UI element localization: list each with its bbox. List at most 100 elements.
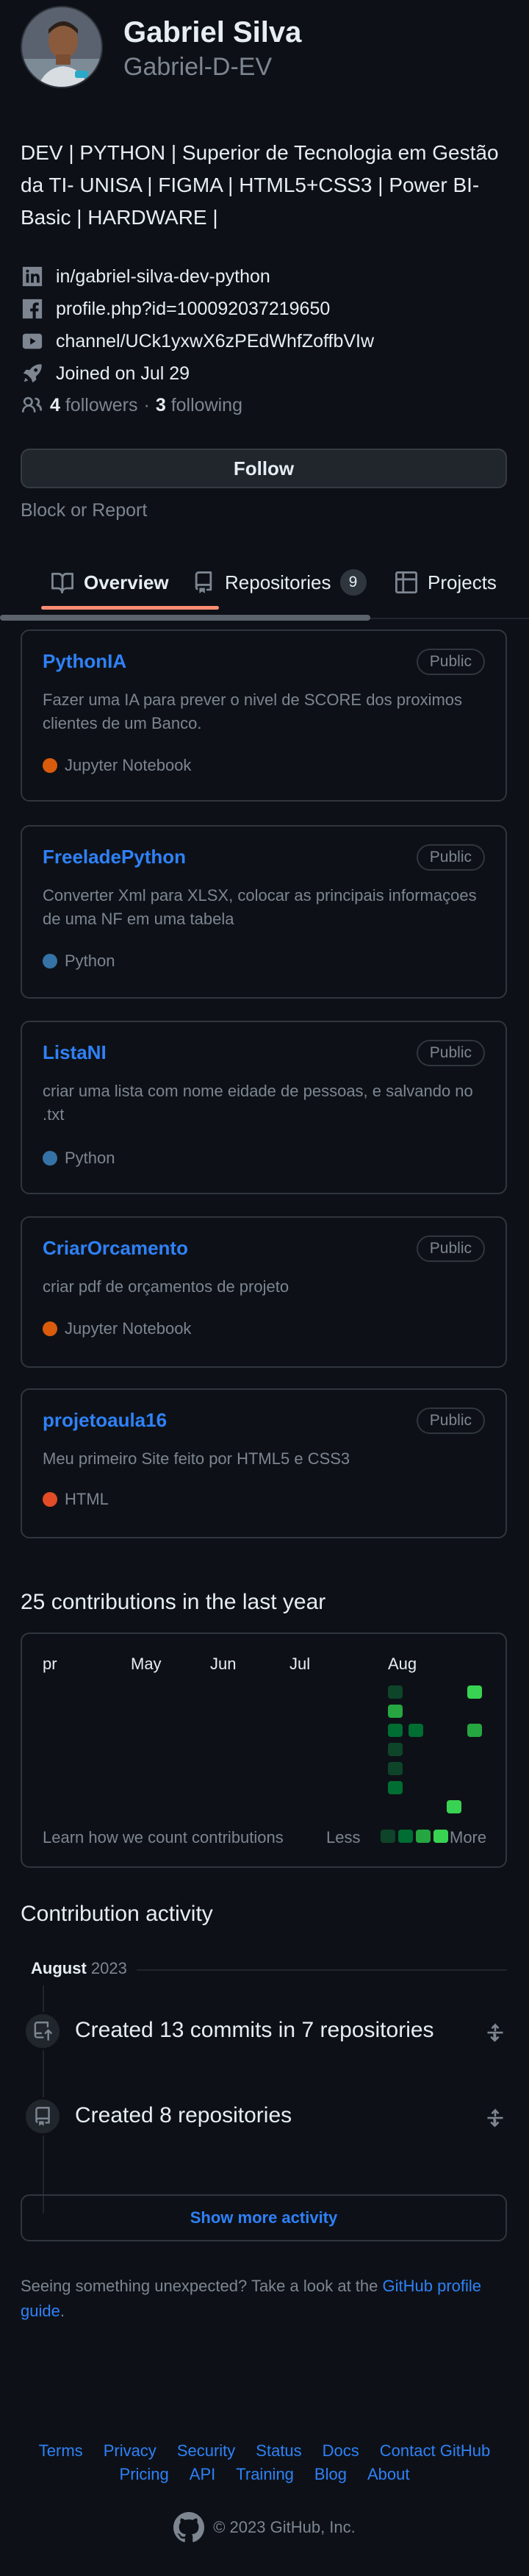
- block-report-link[interactable]: Block or Report: [21, 500, 147, 521]
- profile-name: Gabriel Silva: [123, 16, 302, 49]
- contribution-cell[interactable]: [467, 1685, 482, 1699]
- rocket-icon: [21, 362, 44, 385]
- repo-language: Jupyter Notebook: [43, 1319, 191, 1338]
- tabs-scrollbar[interactable]: [0, 615, 370, 621]
- month-label: Jun: [210, 1655, 237, 1673]
- footer-link-contact[interactable]: Contact GitHub: [380, 2441, 490, 2461]
- contribution-cell[interactable]: [467, 1724, 482, 1737]
- month-divider: [137, 1969, 507, 1971]
- repo-name-link[interactable]: PythonIA: [43, 650, 126, 673]
- contribution-cell[interactable]: [409, 1724, 423, 1737]
- footer-link-docs[interactable]: Docs: [323, 2441, 359, 2461]
- profile-username: Gabriel-D-EV: [123, 53, 273, 81]
- visibility-badge: Public: [416, 1407, 485, 1434]
- follow-stats: 4 followers · 3 following: [21, 394, 242, 416]
- repo-name-link[interactable]: ListaNI: [43, 1041, 107, 1064]
- language-color-dot: [43, 1321, 57, 1336]
- youtube-row[interactable]: channel/UCk1yxwX6zPEdWhfZoffbVIw: [21, 327, 374, 356]
- visibility-badge: Public: [416, 1040, 485, 1066]
- tab-repositories[interactable]: Repositories 9: [192, 552, 367, 613]
- profile-tabs: Overview Repositories 9 Projects: [0, 552, 529, 613]
- unfold-icon[interactable]: [485, 2108, 505, 2128]
- contribution-cell[interactable]: [388, 1762, 403, 1775]
- contribution-cell[interactable]: [388, 1781, 403, 1794]
- footer-copyright: © 2023 GitHub, Inc.: [0, 2512, 529, 2543]
- repo-description: criar uma lista com nome eidade de pesso…: [43, 1082, 473, 1124]
- footer-link-blog[interactable]: Blog: [314, 2465, 347, 2484]
- repo-card: CriarOrcamento Public criar pdf de orçam…: [21, 1216, 507, 1368]
- visibility-badge: Public: [416, 649, 485, 675]
- contribution-cell[interactable]: [388, 1705, 403, 1718]
- linkedin-row[interactable]: in/gabriel-silva-dev-python: [21, 262, 270, 291]
- footer-link-security[interactable]: Security: [177, 2441, 235, 2461]
- repo-description: criar pdf de orçamentos de projeto: [43, 1277, 289, 1296]
- footer-links-row: Pricing API Training Blog About: [0, 2465, 529, 2484]
- repo-card: ListaNI Public criar uma lista com nome …: [21, 1021, 507, 1194]
- repo-name-link[interactable]: projetoaula16: [43, 1409, 167, 1432]
- table-icon: [395, 571, 417, 593]
- repo-icon: [24, 2097, 62, 2136]
- repo-language: Jupyter Notebook: [43, 756, 191, 775]
- legend-cell: [381, 1830, 395, 1843]
- legend-cell: [398, 1830, 413, 1843]
- repo-language: HTML: [43, 1490, 109, 1509]
- youtube-icon: [21, 329, 44, 353]
- activity-repos-created[interactable]: Created 8 repositories: [75, 2103, 292, 2128]
- legend-cell: [433, 1830, 448, 1843]
- followers-link[interactable]: 4 followers: [50, 395, 138, 416]
- linkedin-link[interactable]: in/gabriel-silva-dev-python: [56, 266, 270, 288]
- active-tab-indicator: [41, 606, 219, 610]
- language-color-dot: [43, 758, 57, 773]
- contribution-cell[interactable]: [388, 1724, 403, 1737]
- footer-link-status[interactable]: Status: [256, 2441, 301, 2461]
- activity-heading: Contribution activity: [21, 1902, 213, 1926]
- tab-projects[interactable]: Projects: [395, 552, 497, 613]
- repo-description: Fazer uma IA para prever o nivel de SCOR…: [43, 691, 463, 732]
- separator: ·: [143, 394, 150, 415]
- contribution-cell[interactable]: [388, 1685, 403, 1699]
- legend-less-label: Less: [326, 1828, 361, 1847]
- contribution-cell[interactable]: [388, 1743, 403, 1756]
- youtube-link[interactable]: channel/UCk1yxwX6zPEdWhfZoffbVIw: [56, 331, 374, 352]
- repo-icon: [195, 571, 212, 593]
- language-color-dot: [43, 1492, 57, 1507]
- facebook-link[interactable]: profile.php?id=100092037219650: [56, 299, 330, 320]
- footer-link-privacy[interactable]: Privacy: [104, 2441, 156, 2461]
- footer-link-training[interactable]: Training: [236, 2465, 294, 2484]
- following-link[interactable]: 3 following: [156, 395, 242, 416]
- visibility-badge: Public: [416, 1235, 485, 1262]
- month-label: pr: [43, 1655, 57, 1673]
- facebook-row[interactable]: profile.php?id=100092037219650: [21, 294, 330, 324]
- footer-link-about[interactable]: About: [367, 2465, 410, 2484]
- repo-name-link[interactable]: FreeladePython: [43, 846, 186, 868]
- follow-button[interactable]: Follow: [21, 449, 507, 488]
- unfold-icon[interactable]: [485, 2022, 505, 2043]
- show-more-activity-button[interactable]: Show more activity: [21, 2194, 507, 2241]
- contribution-cell[interactable]: [447, 1800, 461, 1813]
- joined-row: Joined on Jul 29: [21, 359, 190, 388]
- profile-bio: DEV | PYTHON | Superior de Tecnologia em…: [21, 141, 499, 229]
- people-icon: [21, 396, 43, 413]
- repo-language: Python: [43, 952, 115, 971]
- repo-description: Converter Xml para XLSX, colocar as prin…: [43, 886, 477, 928]
- avatar[interactable]: [21, 6, 103, 88]
- tab-overview[interactable]: Overview: [51, 552, 169, 613]
- footer-link-pricing[interactable]: Pricing: [120, 2465, 169, 2484]
- learn-contributions-link[interactable]: Learn how we count contributions: [43, 1828, 284, 1847]
- repo-push-icon: [24, 2012, 62, 2050]
- repo-description: Meu primeiro Site feito por HTML5 e CSS3: [43, 1449, 350, 1468]
- legend-more-label: More: [450, 1828, 487, 1847]
- joined-date: Joined on Jul 29: [56, 363, 190, 384]
- footer-link-terms[interactable]: Terms: [39, 2441, 83, 2461]
- github-logo-icon[interactable]: [173, 2512, 205, 2543]
- month-label: Aug: [388, 1655, 417, 1673]
- repo-card: PythonIA Public Fazer uma IA para prever…: [21, 629, 507, 802]
- profile-guide-note: Seeing something unexpected? Take a look…: [21, 2277, 482, 2320]
- repo-count-badge: 9: [339, 569, 367, 596]
- footer-link-api[interactable]: API: [190, 2465, 215, 2484]
- legend-cell: [416, 1830, 431, 1843]
- repo-name-link[interactable]: CriarOrcamento: [43, 1237, 188, 1260]
- activity-commits[interactable]: Created 13 commits in 7 repositories: [75, 2018, 434, 2043]
- book-icon: [51, 572, 73, 593]
- language-color-dot: [43, 1151, 57, 1166]
